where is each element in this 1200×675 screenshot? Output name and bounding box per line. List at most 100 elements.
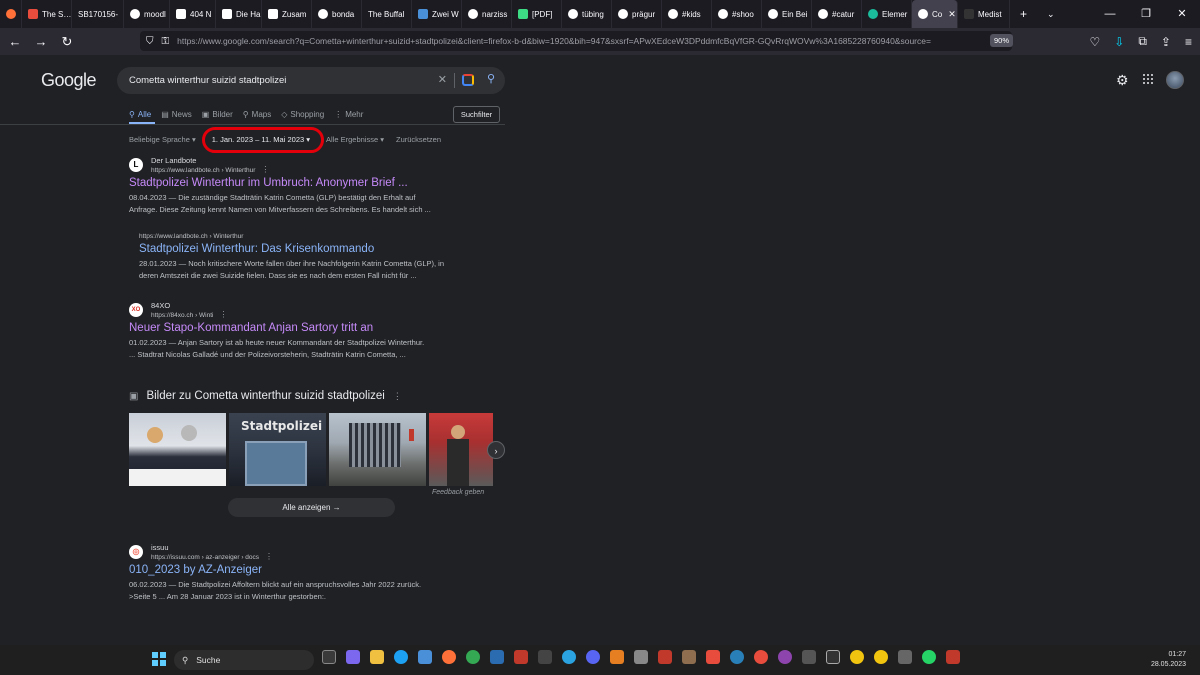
app-icon[interactable]	[898, 650, 912, 664]
whatsapp-icon[interactable]	[922, 650, 936, 664]
chrome-icon[interactable]	[466, 650, 480, 664]
firefox-menu-icon[interactable]	[0, 0, 22, 28]
file-explorer-icon[interactable]	[370, 650, 384, 664]
linux-icon[interactable]	[874, 650, 888, 664]
app-icon[interactable]	[514, 650, 528, 664]
avatar[interactable]	[1166, 71, 1184, 89]
source-url[interactable]: https://issuu.com › az-anzeiger › docs ⋮	[151, 552, 273, 561]
app-icon[interactable]	[946, 650, 960, 664]
download-icon[interactable]: ⇩	[1114, 35, 1124, 49]
feedback-link[interactable]: Feedback geben	[432, 489, 484, 496]
url-bar[interactable]: ⛉ ⚿ https://www.google.com/search?q=Come…	[140, 31, 1012, 51]
app-icon[interactable]	[802, 650, 816, 664]
edge-icon[interactable]	[394, 650, 408, 664]
taskbar-clock[interactable]: 01:27 28.05.2023	[1151, 650, 1186, 670]
search-icon[interactable]: ⚲	[487, 72, 495, 85]
source-url[interactable]: https://www.landbote.ch › Winterthur	[139, 233, 484, 240]
linux-icon[interactable]	[850, 650, 864, 664]
windows-start-icon[interactable]	[152, 652, 166, 666]
browser-tab[interactable]: The S… WIEDER	[22, 0, 72, 28]
window-close-icon[interactable]: ✕	[1164, 0, 1200, 28]
browser-tab[interactable]: #catur	[812, 0, 862, 28]
tab-all[interactable]: ⚲ Alle	[129, 110, 151, 119]
browser-tab[interactable]: Ein Bei	[762, 0, 812, 28]
image-thumbnail[interactable]	[129, 413, 226, 486]
browser-tab[interactable]: Die Ha	[216, 0, 262, 28]
apps-grid-icon[interactable]	[1143, 74, 1153, 84]
zoom-indicator[interactable]: 90%	[990, 34, 1014, 47]
browser-tab-active[interactable]: Co ✕	[912, 0, 958, 28]
extensions-icon[interactable]: ⧉	[1138, 34, 1147, 49]
result-title-link[interactable]: Neuer Stapo-Kommandant Anjan Sartory tri…	[129, 322, 474, 334]
menu-icon[interactable]: ≡	[1185, 35, 1192, 49]
source-url[interactable]: https://84xo.ch › Winti ⋮	[151, 310, 228, 319]
search-input[interactable]: Cometta winterthur suizid stadtpolizei ✕…	[117, 67, 505, 94]
image-thumbnail[interactable]: Stadtpolizei	[229, 413, 326, 486]
browser-tab[interactable]: tübing	[562, 0, 612, 28]
terminal-icon[interactable]	[826, 650, 840, 664]
source-url[interactable]: https://www.landbote.ch › Winterthur ⋮	[151, 165, 269, 174]
more-vert-icon[interactable]: ⋮	[393, 391, 402, 402]
firefox-icon[interactable]	[442, 650, 456, 664]
language-filter[interactable]: Beliebige Sprache ▾	[129, 135, 196, 144]
google-logo[interactable]: Google	[41, 70, 97, 91]
google-lens-icon[interactable]	[462, 74, 474, 86]
telegram-icon[interactable]	[562, 650, 576, 664]
app-icon[interactable]	[730, 650, 744, 664]
carousel-next-chevron-icon[interactable]: ›	[487, 441, 505, 459]
forward-icon[interactable]: →	[28, 34, 54, 49]
app-icon[interactable]	[586, 650, 600, 664]
result-title-link[interactable]: Stadtpolizei Winterthur im Umbruch: Anon…	[129, 177, 474, 189]
teams-icon[interactable]	[346, 650, 360, 664]
lock-icon[interactable]: ⚿	[162, 36, 170, 47]
browser-tab[interactable]: #kids	[662, 0, 712, 28]
reset-filters-link[interactable]: Zurücksetzen	[396, 135, 441, 144]
tab-shopping[interactable]: ◇ Shopping	[281, 110, 324, 119]
browser-tab[interactable]: moodl	[124, 0, 170, 28]
tab-news[interactable]: ▤ News	[161, 110, 192, 119]
tab-maps[interactable]: ⚲ Maps	[243, 110, 271, 119]
pocket-icon[interactable]: ♡	[1090, 35, 1101, 49]
browser-tab[interactable]: 404 N	[170, 0, 216, 28]
more-vert-icon[interactable]: ⋮	[261, 165, 269, 174]
new-tab-icon[interactable]: +	[1010, 7, 1037, 21]
settings-gear-icon[interactable]: ⚙	[1116, 72, 1129, 89]
tab-list-chevron-icon[interactable]: ⌄	[1037, 9, 1065, 20]
browser-tab[interactable]: Zwei W	[412, 0, 462, 28]
search-filter-button[interactable]: Suchfilter	[453, 106, 500, 123]
app-icon[interactable]	[610, 650, 624, 664]
browser-tab[interactable]: The Buffal	[362, 0, 412, 28]
browser-tab[interactable]: [PDF]	[512, 0, 562, 28]
app-icon[interactable]	[682, 650, 696, 664]
clear-icon[interactable]: ✕	[438, 73, 447, 86]
browser-tab[interactable]: narziss	[462, 0, 512, 28]
image-thumbnail[interactable]	[429, 413, 493, 486]
tab-more[interactable]: ⋮ Mehr	[334, 110, 363, 119]
share-icon[interactable]: ⇪	[1161, 35, 1171, 49]
restore-icon[interactable]: ❐	[1128, 0, 1164, 28]
image-thumbnail[interactable]	[329, 413, 426, 486]
app-icon[interactable]	[706, 650, 720, 664]
minimize-icon[interactable]: —	[1092, 0, 1128, 28]
browser-tab[interactable]: #shoo	[712, 0, 762, 28]
task-view-icon[interactable]	[322, 650, 336, 664]
app-icon[interactable]	[658, 650, 672, 664]
browser-tab[interactable]: Elemer	[862, 0, 912, 28]
show-all-images-button[interactable]: Alle anzeigen →	[228, 498, 395, 517]
browser-tab[interactable]: bonda	[312, 0, 362, 28]
close-tab-icon[interactable]: ✕	[948, 9, 956, 20]
more-vert-icon[interactable]: ⋮	[220, 310, 228, 319]
shield-icon[interactable]: ⛉	[146, 36, 154, 47]
app-icon[interactable]	[538, 650, 552, 664]
tab-images[interactable]: ▣ Bilder	[202, 110, 233, 119]
app-icon[interactable]	[490, 650, 504, 664]
result-title-link[interactable]: Stadtpolizei Winterthur: Das Krisenkomma…	[139, 243, 484, 255]
taskbar-search[interactable]: ⚲ Suche	[174, 650, 314, 670]
more-vert-icon[interactable]: ⋮	[265, 552, 273, 561]
browser-tab[interactable]: prägur	[612, 0, 662, 28]
back-icon[interactable]: ←	[2, 34, 28, 49]
result-title-link[interactable]: 010_2023 by AZ-Anzeiger	[129, 564, 474, 576]
reload-icon[interactable]: ↻	[54, 34, 80, 50]
app-icon[interactable]	[778, 650, 792, 664]
browser-tab[interactable]: Medist	[958, 0, 1010, 28]
